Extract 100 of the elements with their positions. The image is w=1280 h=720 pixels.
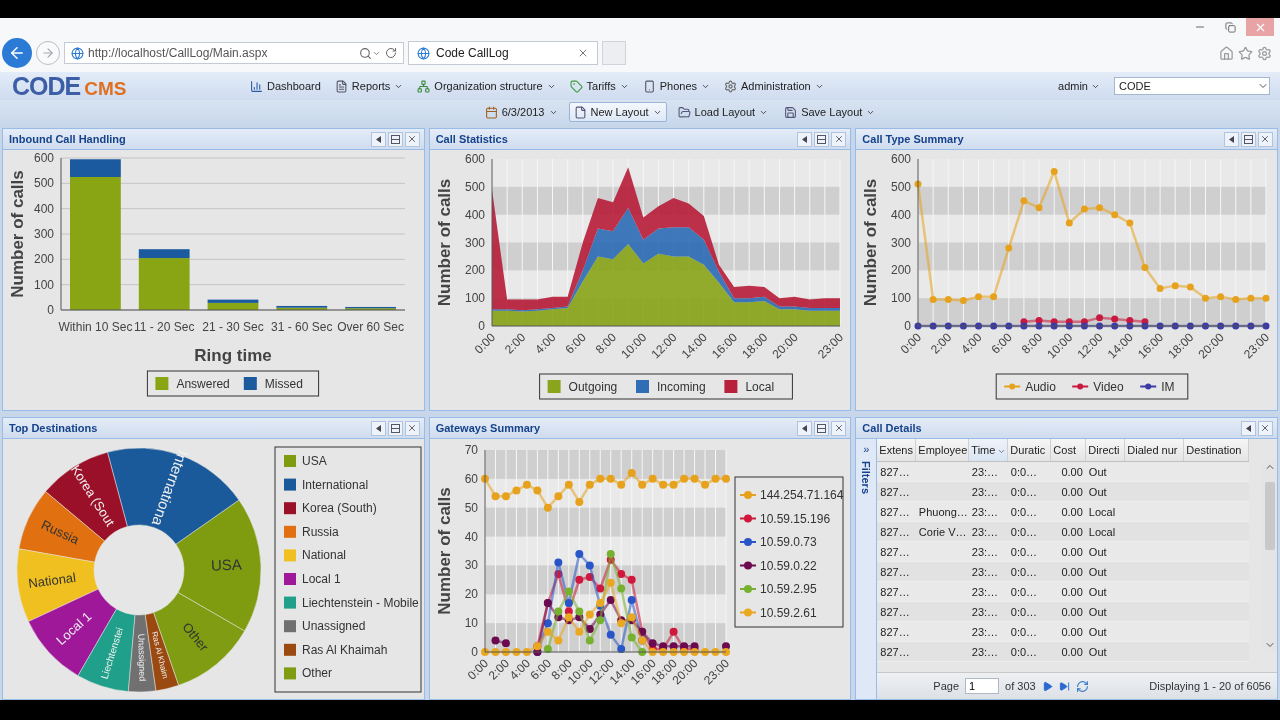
axis-tick-label: 0:00 (898, 330, 925, 357)
legend-label: Korea (South) (302, 501, 377, 516)
table-cell: Out (1085, 581, 1125, 602)
legend-label: IM (1161, 380, 1175, 394)
table-cell: 0:0… (1007, 501, 1051, 522)
table-cell: 827… (877, 461, 916, 482)
axis-tick-label: 500 (891, 179, 912, 194)
axis-tick-label: 500 (33, 176, 54, 191)
table-cell: 23:… (968, 641, 1008, 662)
axis-tick-label: 300 (464, 235, 485, 250)
table-cell: 23:… (968, 521, 1008, 542)
axis-tick-label: 200 (33, 252, 54, 267)
slice-label: National (27, 569, 77, 591)
legend-label: 10.59.0.73 (759, 535, 817, 549)
table-cell: 23:… (968, 461, 1008, 482)
table-cell: 23:… (968, 481, 1008, 502)
table-cell: Corie V… (915, 521, 969, 542)
table-cell: 827… (877, 501, 916, 522)
axis-tick-label: 100 (464, 291, 485, 306)
table-cell: 827… (877, 621, 916, 642)
axis-tick-label: 8:00 (1019, 330, 1046, 357)
table-cell: Out (1085, 601, 1125, 622)
table-cell: 0:0… (1007, 521, 1051, 542)
table-cell: 0.00 (1050, 501, 1086, 522)
table-cell: 827… (877, 481, 916, 502)
axis-tick-label: 0 (904, 319, 912, 333)
legend-label: International (302, 477, 369, 492)
axis-tick-label: 6:00 (988, 330, 1016, 357)
table-cell: 0:0… (1007, 621, 1051, 642)
axis-tick-label: 500 (464, 179, 485, 194)
axis-tick-label: 4:00 (531, 330, 559, 357)
axis-tick-label: 40 (464, 529, 478, 544)
slice-label: Unassigned (136, 633, 148, 682)
table-cell: 827… (877, 561, 916, 582)
table-cell: 827… (877, 521, 916, 542)
slice-label: USA (210, 555, 243, 574)
axis-tick-label: 300 (33, 227, 54, 241)
axis-tick-label: 200 (891, 263, 912, 278)
axis-tick-label: 21 - 30 Sec (202, 320, 264, 334)
table-cell: 23:… (968, 541, 1008, 562)
axis-tick-label: 400 (891, 207, 912, 222)
table-cell: 0.00 (1050, 481, 1086, 502)
table-cell: Out (1085, 561, 1125, 582)
table-cell: 0:0… (1007, 601, 1051, 622)
table-cell: 0:0… (1007, 461, 1051, 482)
axis-tick-label: 0 (47, 303, 54, 317)
axis-tick-label: 60 (464, 471, 478, 486)
panel-title: Top Destinations (9, 422, 99, 434)
table-cell: 23:… (968, 561, 1008, 582)
table-cell: 23:… (968, 601, 1008, 622)
logo-suffix: CMS (84, 77, 127, 100)
table-cell: 0.00 (1050, 581, 1086, 602)
logo-text: CODE (12, 71, 81, 101)
page-label: Page (933, 680, 960, 692)
table-cell: Local (1085, 521, 1125, 542)
table-cell: Phuong… (915, 501, 969, 522)
panel-title: Call Type Summary (862, 133, 965, 145)
axis-tick-label: 600 (464, 152, 485, 166)
axis-tick-label: 400 (33, 201, 54, 216)
axis-tick-label: 0:00 (471, 330, 498, 357)
table-cell: Out (1085, 641, 1125, 662)
paging-summary: Displaying 1 - 20 of 6056 (1149, 680, 1271, 692)
legend-label: Answered (176, 377, 230, 391)
legend-label: Missed (264, 377, 303, 391)
table-cell: Out (1085, 481, 1125, 502)
table-cell: 0:0… (1007, 481, 1051, 502)
axis-tick-label: 100 (33, 277, 54, 292)
table-cell: 0.00 (1050, 601, 1086, 622)
axis-tick-label: 400 (464, 207, 485, 222)
axis-tick-label: 300 (891, 235, 912, 250)
axis-tick-label: 0 (470, 645, 478, 659)
legend-label: USA (302, 454, 327, 468)
axis-tick-label: 20 (464, 587, 478, 602)
axis-tick-label: 600 (891, 152, 912, 166)
axis-tick-label: 0 (477, 319, 485, 333)
legend-label: 144.254.71.164 (759, 488, 844, 502)
table-cell: Out (1085, 621, 1125, 642)
table-cell: 827… (877, 641, 916, 662)
table-cell: 0:0… (1007, 641, 1051, 662)
table-cell: 827… (877, 601, 916, 622)
legend-label: Incoming (656, 380, 706, 394)
panel-title: Call Statistics (435, 133, 509, 145)
axis-tick-label: 100 (891, 291, 912, 306)
axis-tick-label: 30 (464, 558, 478, 573)
axis-tick-label: 31 - 60 Sec (271, 320, 333, 334)
legend-label: Video (1093, 380, 1124, 394)
table-cell: 827… (877, 541, 916, 562)
axis-title: Number of calls (861, 178, 881, 307)
panel-title: Call Details (862, 422, 923, 434)
table-cell: 0.00 (1050, 461, 1086, 482)
table-cell: 0:0… (1007, 561, 1051, 582)
axis-title: Number of calls (435, 178, 455, 307)
legend-label: Local 1 (302, 572, 341, 586)
table-cell: 0.00 (1050, 641, 1086, 662)
table-cell: 0.00 (1050, 561, 1086, 582)
table-cell: 0:0… (1007, 541, 1051, 562)
axis-title: Ring time (194, 346, 272, 365)
axis-tick-label: 8:00 (592, 330, 619, 357)
legend-label: 10.59.2.95 (759, 582, 817, 596)
axis-title: Number of calls (435, 487, 455, 615)
